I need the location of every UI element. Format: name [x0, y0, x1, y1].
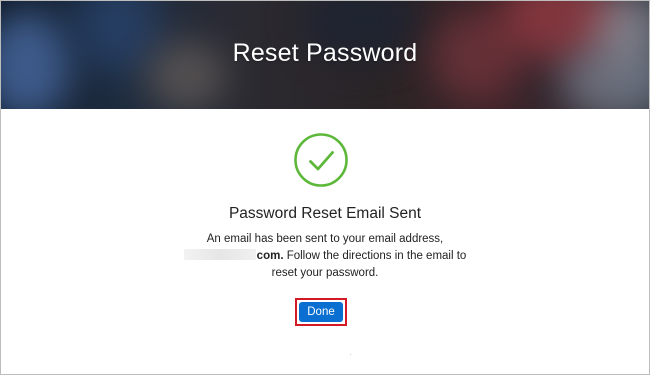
success-checkmark-icon — [294, 133, 348, 187]
done-button-highlight: Done — [295, 298, 347, 326]
decorative-dot — [350, 354, 351, 355]
message-line-1: An email has been sent to your email add… — [206, 233, 444, 245]
done-button[interactable]: Done — [299, 302, 343, 322]
header-banner: Reset Password — [1, 1, 649, 109]
status-message: An email has been sent to your email add… — [1, 231, 649, 282]
reset-password-dialog: Reset Password Password Reset Email Sent… — [0, 0, 650, 375]
message-line-2-text: Follow the directions in the email to — [283, 250, 467, 262]
email-domain-fragment: com. — [256, 250, 284, 262]
redacted-email — [183, 249, 256, 260]
status-heading: Password Reset Email Sent — [228, 205, 422, 222]
message-line-2: com. Follow the directions in the email … — [1, 248, 649, 265]
message-line-3: reset your password. — [271, 267, 379, 279]
page-title: Reset Password — [232, 39, 418, 67]
